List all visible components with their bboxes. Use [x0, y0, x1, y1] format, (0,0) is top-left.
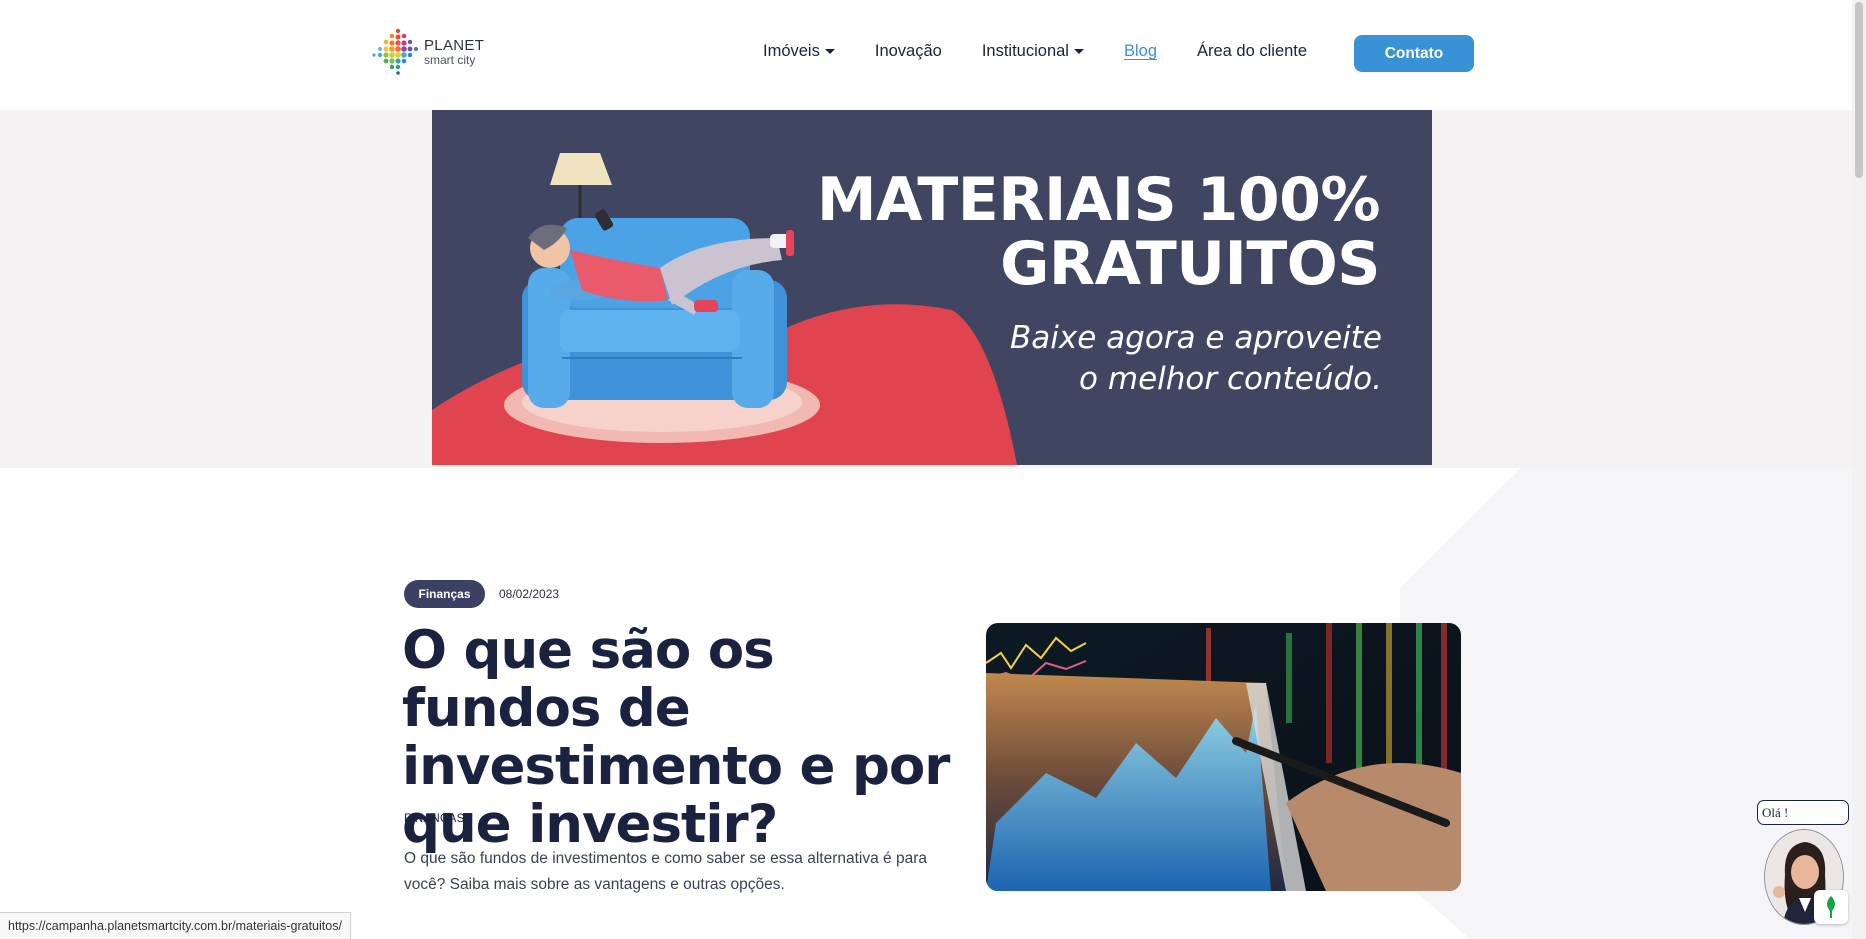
leaf-icon [1827, 896, 1835, 918]
nav-item-institucional[interactable]: Institucional [982, 42, 1084, 61]
post-featured-image[interactable] [986, 623, 1461, 891]
post-title[interactable]: O que são os fundos de investimento e po… [402, 622, 962, 854]
chat-leaf-button[interactable] [1814, 890, 1848, 924]
browser-status-bar: https://campanha.planetsmartcity.com.br/… [0, 912, 351, 939]
nav-item-blog[interactable]: Blog [1124, 42, 1157, 61]
caret-down-icon [1073, 49, 1084, 54]
nav-item-label: Blog [1123, 42, 1157, 60]
logo-line1: PLANET [424, 37, 485, 54]
main-nav: Imóveis Inovação Institucional Blog Área… [763, 42, 1347, 61]
contact-button[interactable]: Contato [1354, 35, 1474, 72]
post-excerpt: O que são fundos de investimentos e como… [404, 850, 927, 893]
caret-down-icon [824, 49, 835, 54]
banner-title: MATERIAIS 100% GRATUITOS [816, 165, 1381, 299]
banner-subtitle-line2: o melhor conteúdo. [1079, 361, 1382, 397]
stock-chart-tablet-photo [986, 623, 1461, 891]
post-category: FINANÇAS [404, 813, 465, 825]
logo-line2: smart city [424, 53, 476, 67]
banner-title-line1: MATERIAIS 100% [816, 165, 1381, 235]
post-date: 08/02/2023 [499, 587, 560, 601]
banner-subtitle: Baixe agora e aproveite o melhor conteúd… [1010, 318, 1382, 400]
chat-greeting-text: Olá ! [1762, 804, 1789, 820]
nav-item-inovacao[interactable]: Inovação [875, 42, 942, 61]
scrollbar-thumb[interactable] [1855, 2, 1863, 178]
nav-item-area-do-cliente[interactable]: Área do cliente [1197, 42, 1307, 61]
category-badge[interactable]: Finanças [404, 580, 485, 608]
nav-item-label: Área do cliente [1197, 42, 1308, 60]
planet-dots-icon [372, 28, 418, 75]
status-url: https://campanha.planetsmartcity.com.br/… [8, 919, 342, 933]
nav-item-label: Imóveis [763, 42, 820, 60]
nav-item-imoveis[interactable]: Imóveis [763, 42, 835, 61]
banner-subtitle-line1: Baixe agora e aproveite [1010, 320, 1382, 356]
nav-item-label: Institucional [981, 42, 1069, 60]
planet-logo[interactable]: PLANET smart city [372, 26, 492, 78]
page-scrollbar[interactable] [1852, 0, 1866, 939]
chat-greeting-bubble[interactable]: Olá ! [1757, 800, 1849, 825]
materials-banner[interactable]: MATERIAIS 100% GRATUITOS Baixe agora e a… [432, 110, 1432, 465]
banner-title-line2: GRATUITOS [1000, 229, 1380, 299]
nav-item-label: Inovação [874, 42, 942, 60]
site-header: PLANET smart city Imóveis Inovação Insti… [0, 0, 1866, 110]
